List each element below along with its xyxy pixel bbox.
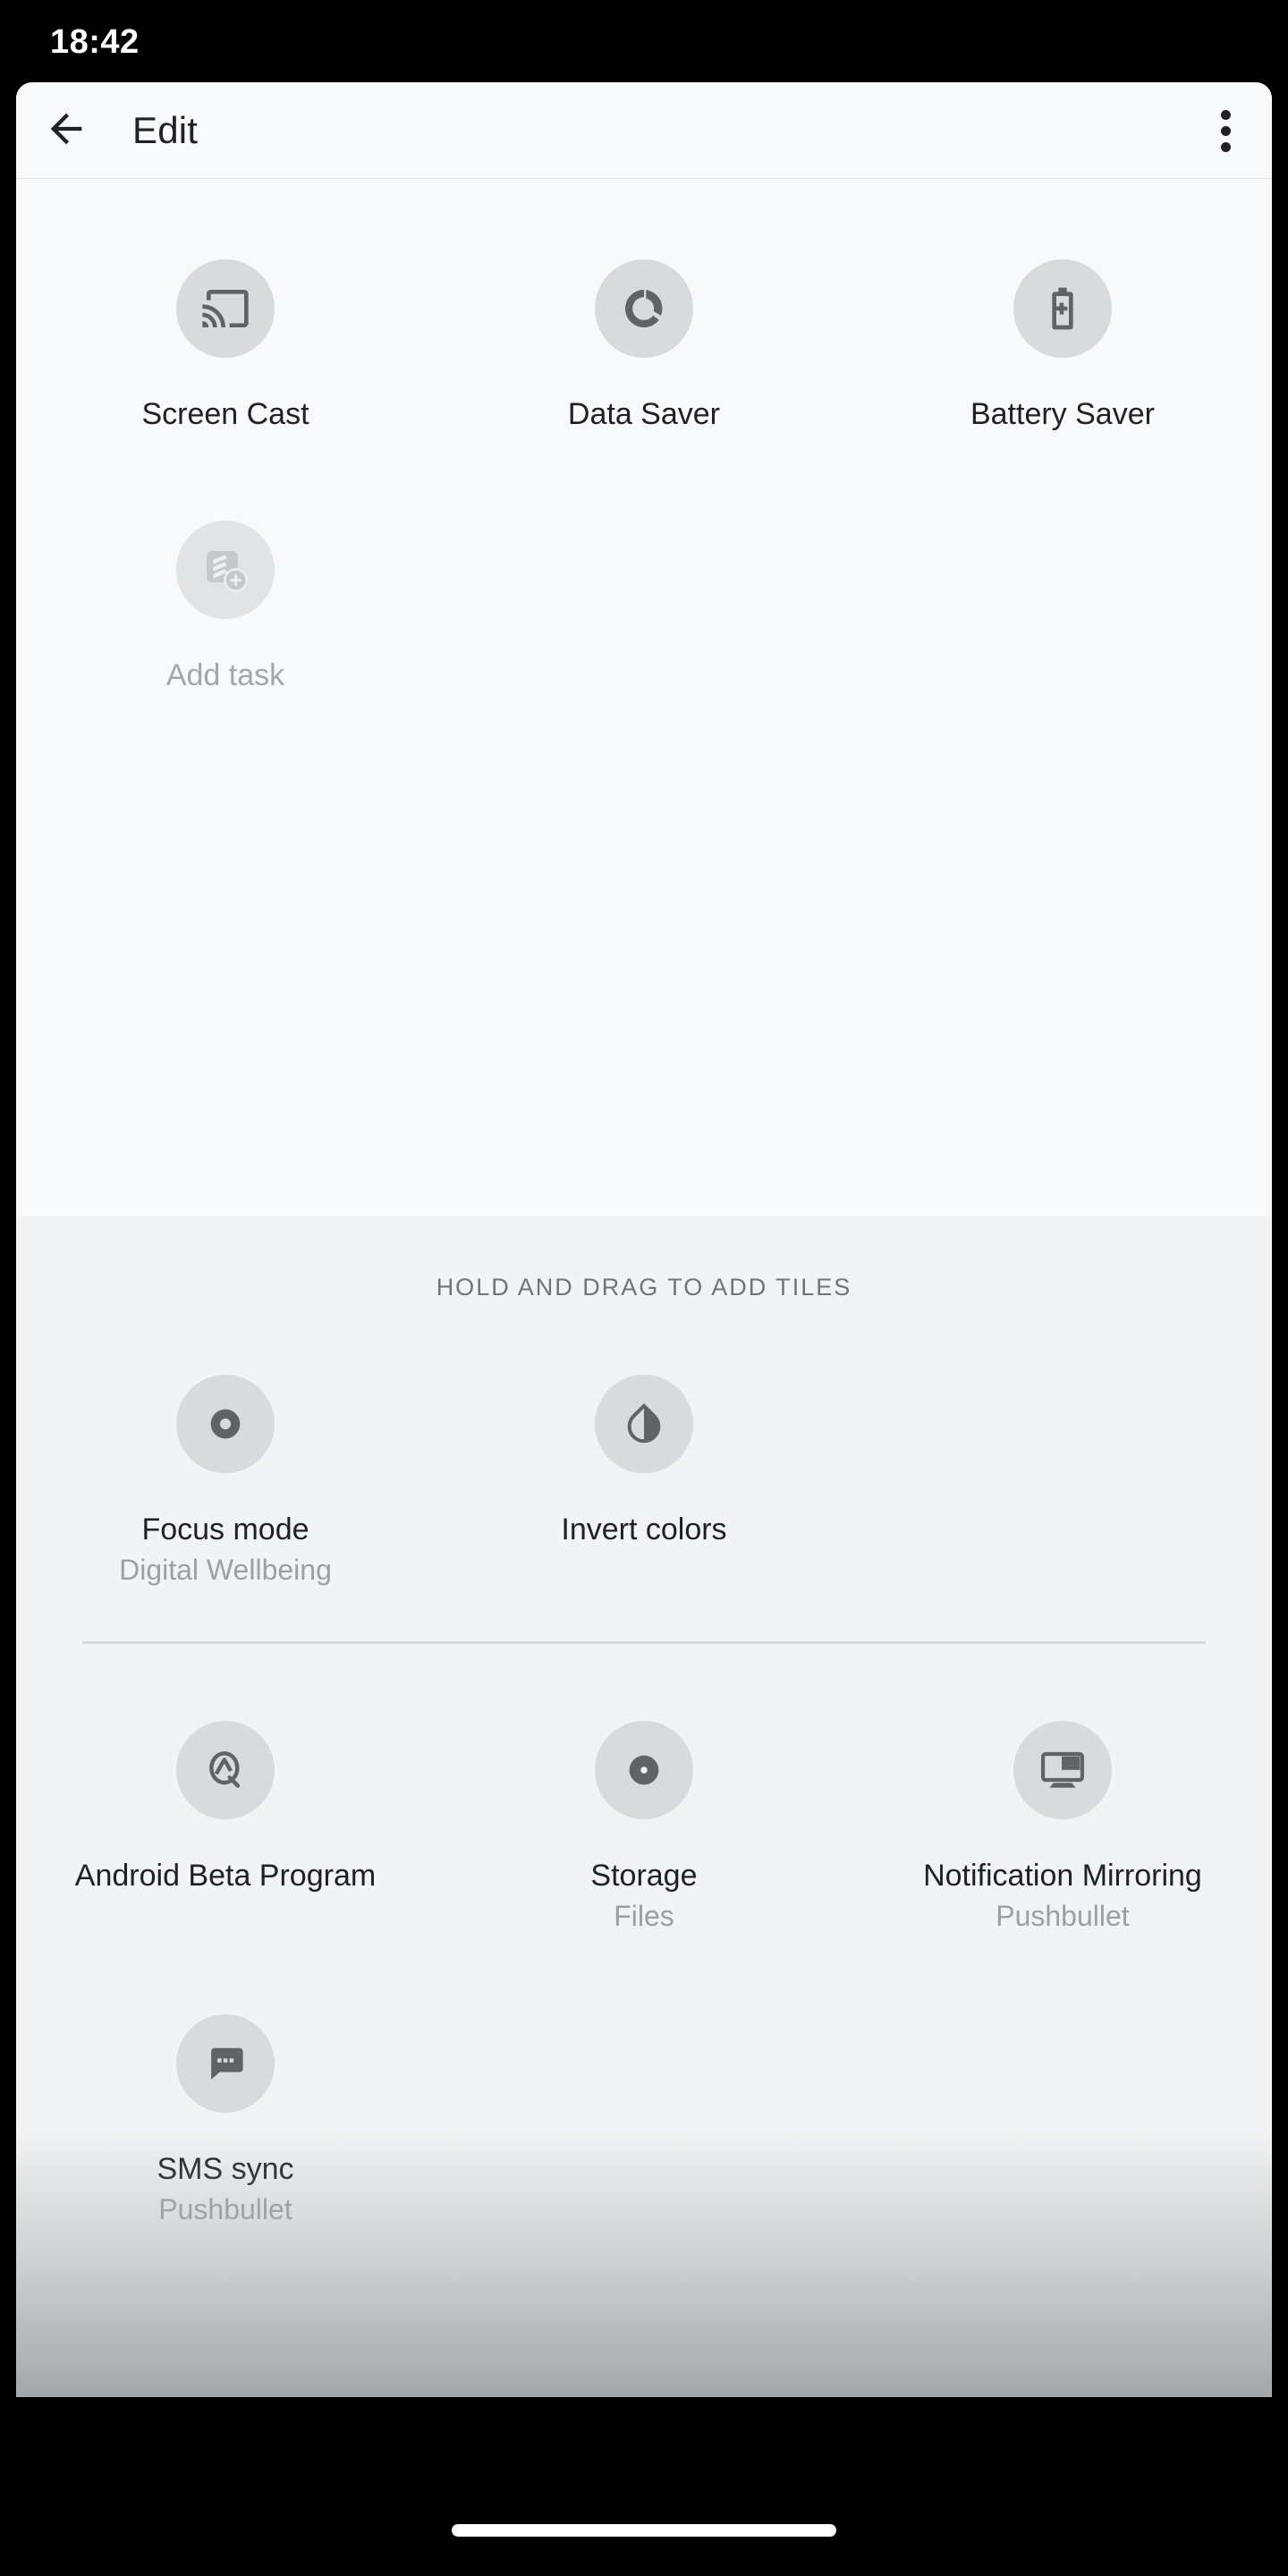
focus-mode-icon [175, 1375, 275, 1473]
navigation-bar [0, 2397, 1288, 2576]
cast-icon [175, 259, 275, 358]
app-window-card: Edit Screen Cast Data Saver Battery Save… [16, 82, 1272, 2397]
tile-label: Focus mode [141, 1513, 309, 1546]
storage-disc-icon [594, 1721, 693, 1819]
tile-label: Notification Mirroring [923, 1859, 1202, 1893]
tile-label: Screen Cast [141, 397, 309, 431]
monitor-mirroring-icon [1013, 1721, 1112, 1819]
available-tiles-section: HOLD AND DRAG TO ADD TILES Focus mode Di… [16, 1216, 1272, 2397]
available-tiles-group-two: Android Beta Program Storage Files Notif… [16, 1644, 1272, 1932]
tile-label: Data Saver [567, 397, 721, 431]
overflow-menu-button[interactable] [1197, 102, 1254, 159]
tile-sublabel: Digital Wellbeing [119, 1554, 332, 1586]
tile-label: SMS sync [157, 2152, 294, 2186]
tile-focus-mode[interactable]: Focus mode Digital Wellbeing [16, 1362, 435, 1586]
tile-sublabel: Files [614, 1900, 674, 1932]
app-bar: Edit [16, 82, 1272, 179]
android-q-icon [175, 1721, 275, 1819]
tile-notification-mirroring[interactable]: Notification Mirroring Pushbullet [853, 1708, 1272, 1932]
add-task-icon [175, 521, 275, 619]
back-button[interactable] [38, 102, 95, 159]
tile-invert-colors[interactable]: Invert colors [435, 1362, 853, 1586]
tiles-scroll-area[interactable]: Screen Cast Data Saver Battery Saver Add… [16, 179, 1272, 2397]
battery-plus-icon [1013, 259, 1112, 358]
tile-label: Invert colors [561, 1513, 727, 1546]
tile-sms-sync[interactable]: SMS sync Pushbullet [16, 2002, 435, 2225]
tile-data-saver[interactable]: Data Saver [435, 247, 853, 431]
chat-bubble-icon [175, 2014, 275, 2113]
home-indicator[interactable] [452, 2524, 836, 2537]
tile-screen-cast[interactable]: Screen Cast [16, 247, 435, 431]
more-vert-icon [1220, 109, 1231, 152]
current-tiles-grid: Screen Cast Data Saver Battery Saver [16, 179, 1272, 431]
available-tiles-group-two-row2: SMS sync Pushbullet [16, 1932, 1272, 2225]
tile-placeholder [853, 1362, 1272, 1586]
tile-label: Battery Saver [970, 397, 1155, 431]
tile-android-beta-program[interactable]: Android Beta Program [16, 1708, 435, 1932]
status-bar-clock: 18:42 [50, 23, 140, 61]
tile-add-task[interactable]: Add task [16, 508, 435, 692]
tile-storage[interactable]: Storage Files [435, 1708, 853, 1932]
current-tiles-section: Screen Cast Data Saver Battery Saver Add… [16, 179, 1272, 1216]
invert-colors-icon [594, 1375, 693, 1473]
tile-sublabel: Pushbullet [158, 2193, 292, 2225]
tile-label: Android Beta Program [74, 1859, 377, 1893]
tile-sublabel: Pushbullet [996, 1900, 1130, 1932]
page-title: Edit [132, 109, 199, 151]
tile-label: Add task [165, 658, 285, 692]
data-saver-icon [594, 259, 693, 358]
available-tiles-group-one: Focus mode Digital Wellbeing Invert colo… [16, 1301, 1272, 1586]
current-tiles-grid-row2: Add task [16, 431, 1272, 692]
arrow-back-icon [43, 106, 89, 157]
tile-label: Storage [590, 1859, 698, 1893]
tile-battery-saver[interactable]: Battery Saver [853, 247, 1272, 431]
section-header: HOLD AND DRAG TO ADD TILES [436, 1274, 852, 1301]
status-bar: 18:42 [0, 0, 1288, 82]
